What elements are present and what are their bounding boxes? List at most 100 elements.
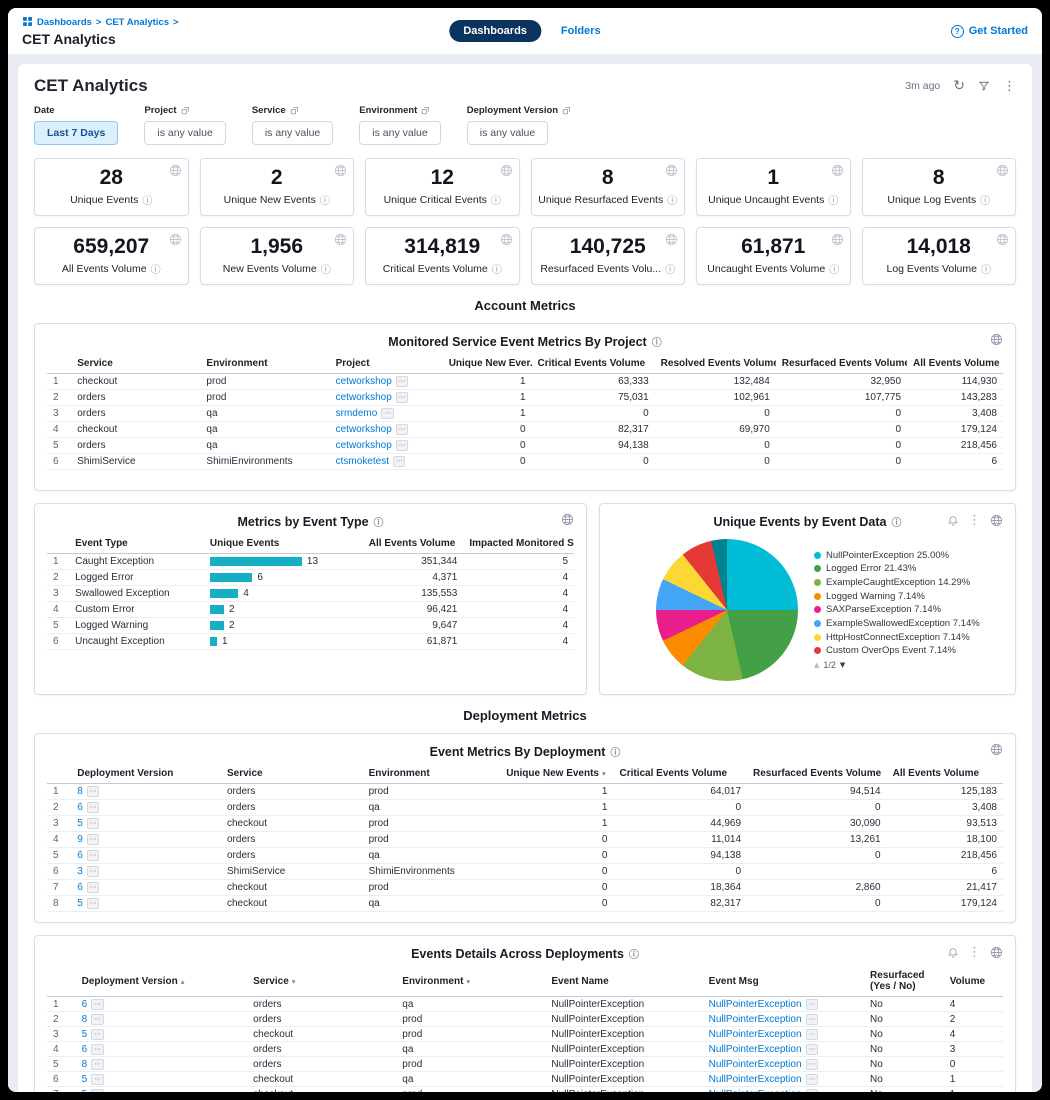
- drill-link[interactable]: ctsmoketest: [336, 456, 389, 467]
- info-icon[interactable]: ⓘ: [321, 261, 331, 276]
- more-actions-icon[interactable]: ⋯: [87, 882, 100, 893]
- legend-item[interactable]: ExampleSwallowedException 7.14%: [814, 619, 996, 630]
- column-header-unique-new-events[interactable]: Unique New Events▾: [500, 765, 613, 784]
- legend-item[interactable]: Logged Error 21.43%: [814, 564, 996, 575]
- more-actions-icon[interactable]: ⋯: [87, 898, 100, 909]
- info-icon[interactable]: ⓘ: [320, 192, 330, 207]
- sort-up-icon[interactable]: ▴: [181, 977, 185, 986]
- drill-link[interactable]: srmdemo: [336, 408, 378, 419]
- globe-icon[interactable]: [561, 513, 574, 526]
- filter-chip-date[interactable]: Last 7 Days: [34, 121, 118, 145]
- more-actions-icon[interactable]: ⋯: [806, 1074, 819, 1085]
- version-link[interactable]: 6: [77, 850, 83, 861]
- globe-icon[interactable]: [169, 233, 182, 246]
- column-header-environment[interactable]: Environment: [200, 355, 329, 374]
- column-header-all-events-volume[interactable]: All Events Volume: [907, 355, 1003, 374]
- info-icon[interactable]: ⓘ: [665, 261, 675, 276]
- info-icon[interactable]: ⓘ: [151, 261, 161, 276]
- more-actions-icon[interactable]: ⋯: [396, 392, 409, 403]
- column-header-event-name[interactable]: Event Name: [545, 967, 702, 997]
- more-actions-icon[interactable]: ⋯: [91, 1074, 104, 1085]
- drill-link[interactable]: NullPointerException: [709, 1029, 802, 1040]
- breadcrumb-dashboards[interactable]: Dashboards: [37, 17, 92, 28]
- column-header-service[interactable]: Service: [221, 765, 363, 784]
- more-actions-icon[interactable]: ⋯: [396, 440, 409, 451]
- legend-item[interactable]: ExampleCaughtException 14.29%: [814, 578, 996, 589]
- globe-icon[interactable]: [990, 514, 1003, 527]
- breadcrumb-cet-analytics[interactable]: CET Analytics: [105, 17, 169, 28]
- kebab-menu-icon[interactable]: ⋮: [968, 513, 981, 528]
- more-actions-icon[interactable]: ⋯: [381, 408, 394, 419]
- globe-icon[interactable]: [990, 946, 1003, 959]
- more-actions-icon[interactable]: ⋯: [91, 1014, 104, 1025]
- filter-chip-environment[interactable]: is any value: [359, 121, 440, 145]
- sort-down-icon[interactable]: ▾: [466, 977, 470, 986]
- filter-icon[interactable]: [978, 80, 990, 92]
- more-actions-icon[interactable]: ⋯: [91, 1059, 104, 1070]
- filter-chip-service[interactable]: is any value: [252, 121, 333, 145]
- refresh-icon[interactable]: ↻: [953, 78, 965, 94]
- legend-item[interactable]: NullPointerException 25.00%: [814, 551, 996, 562]
- legend-item[interactable]: HttpHostConnectException 7.14%: [814, 633, 996, 644]
- globe-icon[interactable]: [831, 164, 844, 177]
- column-header-service[interactable]: Service▾: [247, 967, 396, 997]
- info-icon[interactable]: ⓘ: [829, 261, 839, 276]
- more-actions-icon[interactable]: ⋯: [87, 850, 100, 861]
- legend-item[interactable]: Custom OverOps Event 7.14%: [814, 646, 996, 657]
- pie-chart[interactable]: [656, 539, 798, 681]
- drill-link[interactable]: cetworkshop: [336, 376, 392, 387]
- info-icon[interactable]: ⓘ: [491, 192, 501, 207]
- more-actions-icon[interactable]: ⋯: [806, 1059, 819, 1070]
- drill-link[interactable]: NullPointerException: [709, 1074, 802, 1085]
- column-header-environment[interactable]: Environment: [363, 765, 501, 784]
- column-header-unique-events[interactable]: Unique Events: [204, 535, 363, 554]
- more-actions-icon[interactable]: ⋯: [806, 999, 819, 1010]
- sort-down-icon[interactable]: ▾: [602, 769, 606, 778]
- legend-item[interactable]: SAXParseException 7.14%: [814, 605, 996, 616]
- info-icon[interactable]: ⓘ: [980, 192, 990, 207]
- info-icon[interactable]: ⓘ: [629, 946, 639, 961]
- info-icon[interactable]: ⓘ: [374, 514, 384, 529]
- column-header-resurfaced-events-volume[interactable]: Resurfaced Events Volume: [747, 765, 887, 784]
- info-icon[interactable]: ⓘ: [610, 744, 620, 759]
- column-header-all-events-volume[interactable]: All Events Volume: [887, 765, 1003, 784]
- version-link[interactable]: 6: [82, 999, 88, 1010]
- get-started-link[interactable]: ? Get Started: [951, 25, 1028, 38]
- info-icon[interactable]: ⓘ: [828, 192, 838, 207]
- version-link[interactable]: 5: [82, 1089, 88, 1092]
- more-actions-icon[interactable]: ⋯: [91, 999, 104, 1010]
- column-header-service[interactable]: Service: [71, 355, 200, 374]
- bell-icon[interactable]: [947, 947, 959, 959]
- sort-down-icon[interactable]: ▾: [292, 977, 296, 986]
- tab-folders[interactable]: Folders: [561, 25, 601, 37]
- version-link[interactable]: 5: [82, 1029, 88, 1040]
- globe-icon[interactable]: [990, 743, 1003, 756]
- globe-icon[interactable]: [831, 233, 844, 246]
- drill-link[interactable]: NullPointerException: [709, 1014, 802, 1025]
- info-icon[interactable]: ⓘ: [891, 514, 901, 529]
- info-icon[interactable]: ⓘ: [667, 192, 677, 207]
- globe-icon[interactable]: [990, 333, 1003, 346]
- legend-item[interactable]: Logged Warning 7.14%: [814, 592, 996, 603]
- drill-link[interactable]: NullPointerException: [709, 1044, 802, 1055]
- column-header-critical-events-volume[interactable]: Critical Events Volume: [613, 765, 747, 784]
- column-header-event-type[interactable]: Event Type: [69, 535, 204, 554]
- drill-link[interactable]: NullPointerException: [709, 999, 802, 1010]
- info-icon[interactable]: ⓘ: [981, 261, 991, 276]
- filter-chip-project[interactable]: is any value: [144, 121, 225, 145]
- column-header-resurfaced-events-volume[interactable]: Resurfaced Events Volume: [776, 355, 907, 374]
- drill-link[interactable]: NullPointerException: [709, 1089, 802, 1092]
- legend-page-up-icon[interactable]: ▲: [814, 661, 819, 669]
- globe-icon[interactable]: [500, 233, 513, 246]
- version-link[interactable]: 5: [82, 1074, 88, 1085]
- more-actions-icon[interactable]: ⋯: [87, 834, 100, 845]
- more-actions-icon[interactable]: ⋯: [396, 376, 409, 387]
- column-header-project[interactable]: Project: [330, 355, 443, 374]
- version-link[interactable]: 3: [77, 866, 83, 877]
- more-actions-icon[interactable]: ⋯: [806, 1014, 819, 1025]
- more-actions-icon[interactable]: ⋯: [396, 424, 409, 435]
- more-actions-icon[interactable]: ⋯: [91, 1029, 104, 1040]
- globe-icon[interactable]: [996, 233, 1009, 246]
- column-header-critical-events-volume[interactable]: Critical Events Volume: [532, 355, 655, 374]
- version-link[interactable]: 8: [82, 1014, 88, 1025]
